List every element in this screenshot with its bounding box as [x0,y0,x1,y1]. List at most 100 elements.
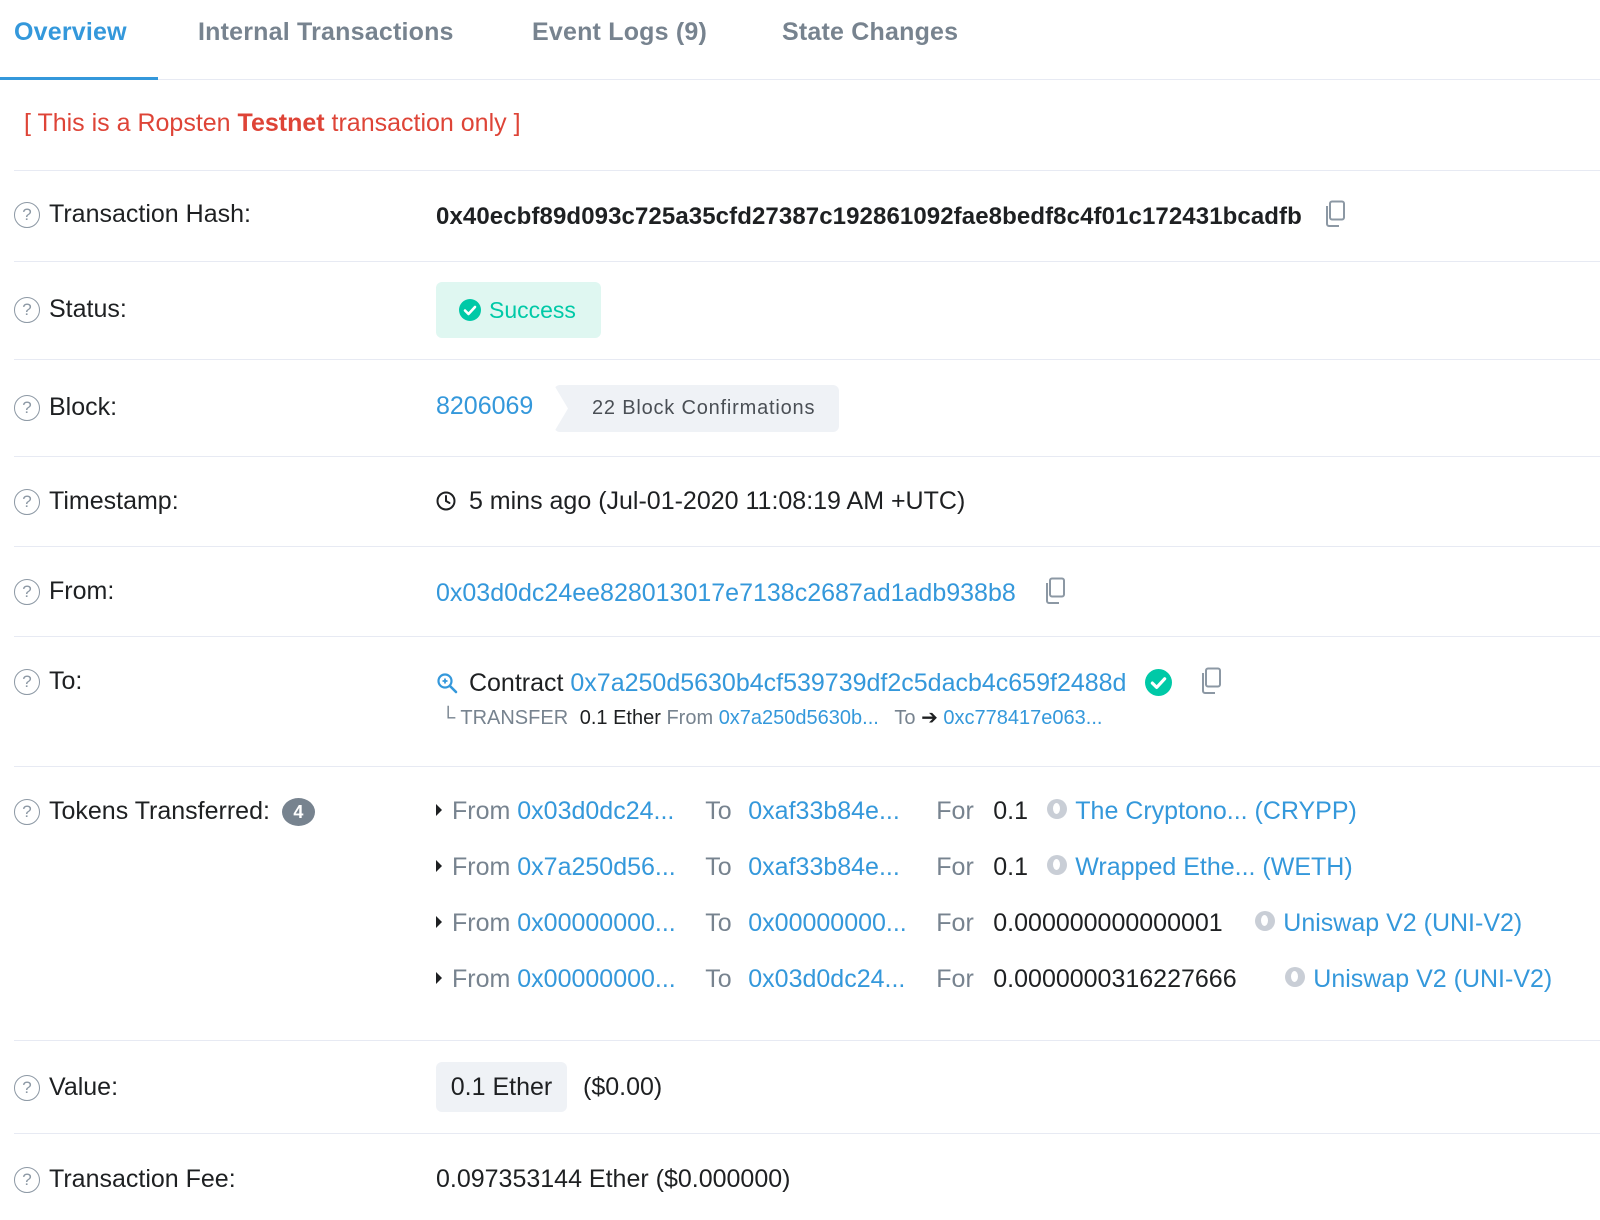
tx-hash-label: ? Transaction Hash: [14,200,251,229]
copy-icon[interactable] [1323,200,1347,235]
internal-transfer-line: └ TRANSFER 0.1 Ether From 0x7a250d5630b.… [441,705,1102,730]
divider [14,261,1600,262]
status-label: ? Status: [14,295,127,324]
to-label: ? To: [14,667,82,696]
block-number-link[interactable]: 8206069 [436,392,533,421]
testnet-banner-prefix: [ This is a Ropsten [24,109,238,137]
token-to-link[interactable]: 0x03d0dc24... [748,965,936,994]
testnet-banner-suffix: transaction only ] [324,109,521,137]
token-to-link[interactable]: 0x00000000... [748,909,936,938]
divider [14,546,1600,547]
tab-overview[interactable]: Overview [14,18,127,47]
transfer-to-link[interactable]: 0xc778417e063... [943,707,1102,729]
token-for-label: For [936,909,974,937]
token-amount: 0.000000000000001 [993,909,1223,937]
token-from-link[interactable]: 0x03d0dc24... [517,797,705,826]
from-label: ? From: [14,577,114,606]
timestamp-value-row: 5 mins ago (Jul-01-2020 11:08:19 AM +UTC… [436,487,965,516]
token-amount: 0.1 [993,853,1029,881]
value-label: ? Value: [14,1073,118,1102]
transaction-fee-value: 0.097353144 Ether ($0.000000) [436,1165,791,1193]
status-text: Success [489,296,576,323]
tx-hash-value-row: 0x40ecbf89d093c725a35cfd27387c192861092f… [436,200,1347,235]
help-icon[interactable]: ? [14,1166,40,1193]
clock-icon [436,491,456,511]
transaction-fee-label: ? Transaction Fee: [14,1165,236,1194]
transfer-amount: 0.1 Ether [579,707,661,729]
token-to-label: To [705,965,732,993]
caret-right-icon[interactable] [436,916,442,929]
from-address-link[interactable]: 0x03d0dc24ee828013017e7138c2687ad1adb938… [436,579,1016,607]
transfer-from-link[interactable]: 0x7a250d5630b... [719,707,879,729]
help-icon[interactable]: ? [14,296,40,323]
token-amount: 0.0000000316227666 [993,965,1237,993]
token-icon [1255,911,1276,932]
help-icon[interactable]: ? [14,201,40,228]
timestamp-label-text: Timestamp: [49,487,179,515]
value-usd: ($0.00) [583,1073,663,1101]
token-to-label: To [705,853,732,881]
token-name-link[interactable]: Uniswap V2 (UNI-V2) [1313,965,1552,993]
timestamp-value: 5 mins ago (Jul-01-2020 11:08:19 AM +UTC… [468,487,966,515]
arrow-right-icon: ➔ [921,707,938,729]
to-value-row: Contract 0x7a250d5630b4cf539739df2c5dacb… [436,667,1223,702]
token-from-label: From [452,853,511,881]
copy-icon[interactable] [1199,667,1223,702]
check-circle-icon [459,299,481,321]
caret-right-icon[interactable] [436,860,442,873]
active-tab-indicator [0,77,158,80]
token-transfer-row: From 0x00000000... To 0x00000000... For 0.00… [436,909,1522,938]
token-from-link[interactable]: 0x00000000... [517,909,705,938]
token-transfer-row: From 0x7a250d56... To 0xaf33b84e... For 0.1 W… [436,853,1353,882]
tx-hash-label-text: Transaction Hash: [49,200,251,228]
help-icon[interactable]: ? [14,668,40,695]
token-from-label: From [452,965,511,993]
token-name-link[interactable]: Uniswap V2 (UNI-V2) [1283,909,1522,937]
contract-search-icon [437,673,458,694]
token-to-label: To [705,909,732,937]
timestamp-label: ? Timestamp: [14,487,179,516]
help-icon[interactable]: ? [14,394,40,421]
value-label-text: Value: [49,1073,119,1101]
tokens-transferred-label-text: Tokens Transferred: [49,797,270,825]
token-icon [1047,855,1068,876]
token-to-label: To [705,797,732,825]
block-label-text: Block: [49,393,118,421]
token-to-link[interactable]: 0xaf33b84e... [748,797,936,826]
token-to-link[interactable]: 0xaf33b84e... [748,853,936,882]
verified-check-icon [1145,669,1173,697]
to-label-text: To: [49,667,83,695]
block-label: ? Block: [14,393,117,422]
divider [14,170,1600,171]
caret-right-icon[interactable] [436,972,442,985]
status-label-text: Status: [49,295,127,323]
copy-icon[interactable] [1043,577,1067,612]
tab-event-logs[interactable]: Event Logs (9) [532,18,707,47]
to-contract-address-link[interactable]: 0x7a250d5630b4cf539739df2c5dacb4c659f248… [570,669,1126,697]
help-icon[interactable]: ? [14,488,40,515]
testnet-banner-bold: Testnet [237,109,325,137]
token-transfer-row: From 0x03d0dc24... To 0xaf33b84e... For 0.1 T… [436,797,1357,826]
divider [14,1040,1600,1041]
token-name-link[interactable]: Wrapped Ethe... (WETH) [1075,853,1352,881]
divider [14,766,1600,767]
testnet-banner: [ This is a Ropsten Testnet transaction … [24,109,521,138]
token-icon [1285,967,1306,988]
token-from-link[interactable]: 0x00000000... [517,965,705,994]
token-for-label: For [936,797,974,825]
help-icon[interactable]: ? [14,578,40,605]
transfer-from-label: From [666,707,714,729]
help-icon[interactable]: ? [14,798,40,825]
token-for-label: For [936,853,974,881]
token-from-label: From [452,909,511,937]
help-icon[interactable]: ? [14,1074,40,1101]
value-amount-badge: 0.1 Ether [436,1062,567,1112]
token-name-link[interactable]: The Cryptono... (CRYPP) [1075,797,1357,825]
tab-state-changes[interactable]: State Changes [782,18,958,47]
tab-bar: Overview Internal Transactions Event Log… [0,0,1600,80]
tab-internal-transactions[interactable]: Internal Transactions [198,18,454,47]
token-icon [1047,799,1068,820]
token-from-link[interactable]: 0x7a250d56... [517,853,705,882]
tokens-transferred-label: ? Tokens Transferred: 4 [14,797,315,826]
caret-right-icon[interactable] [436,804,442,817]
